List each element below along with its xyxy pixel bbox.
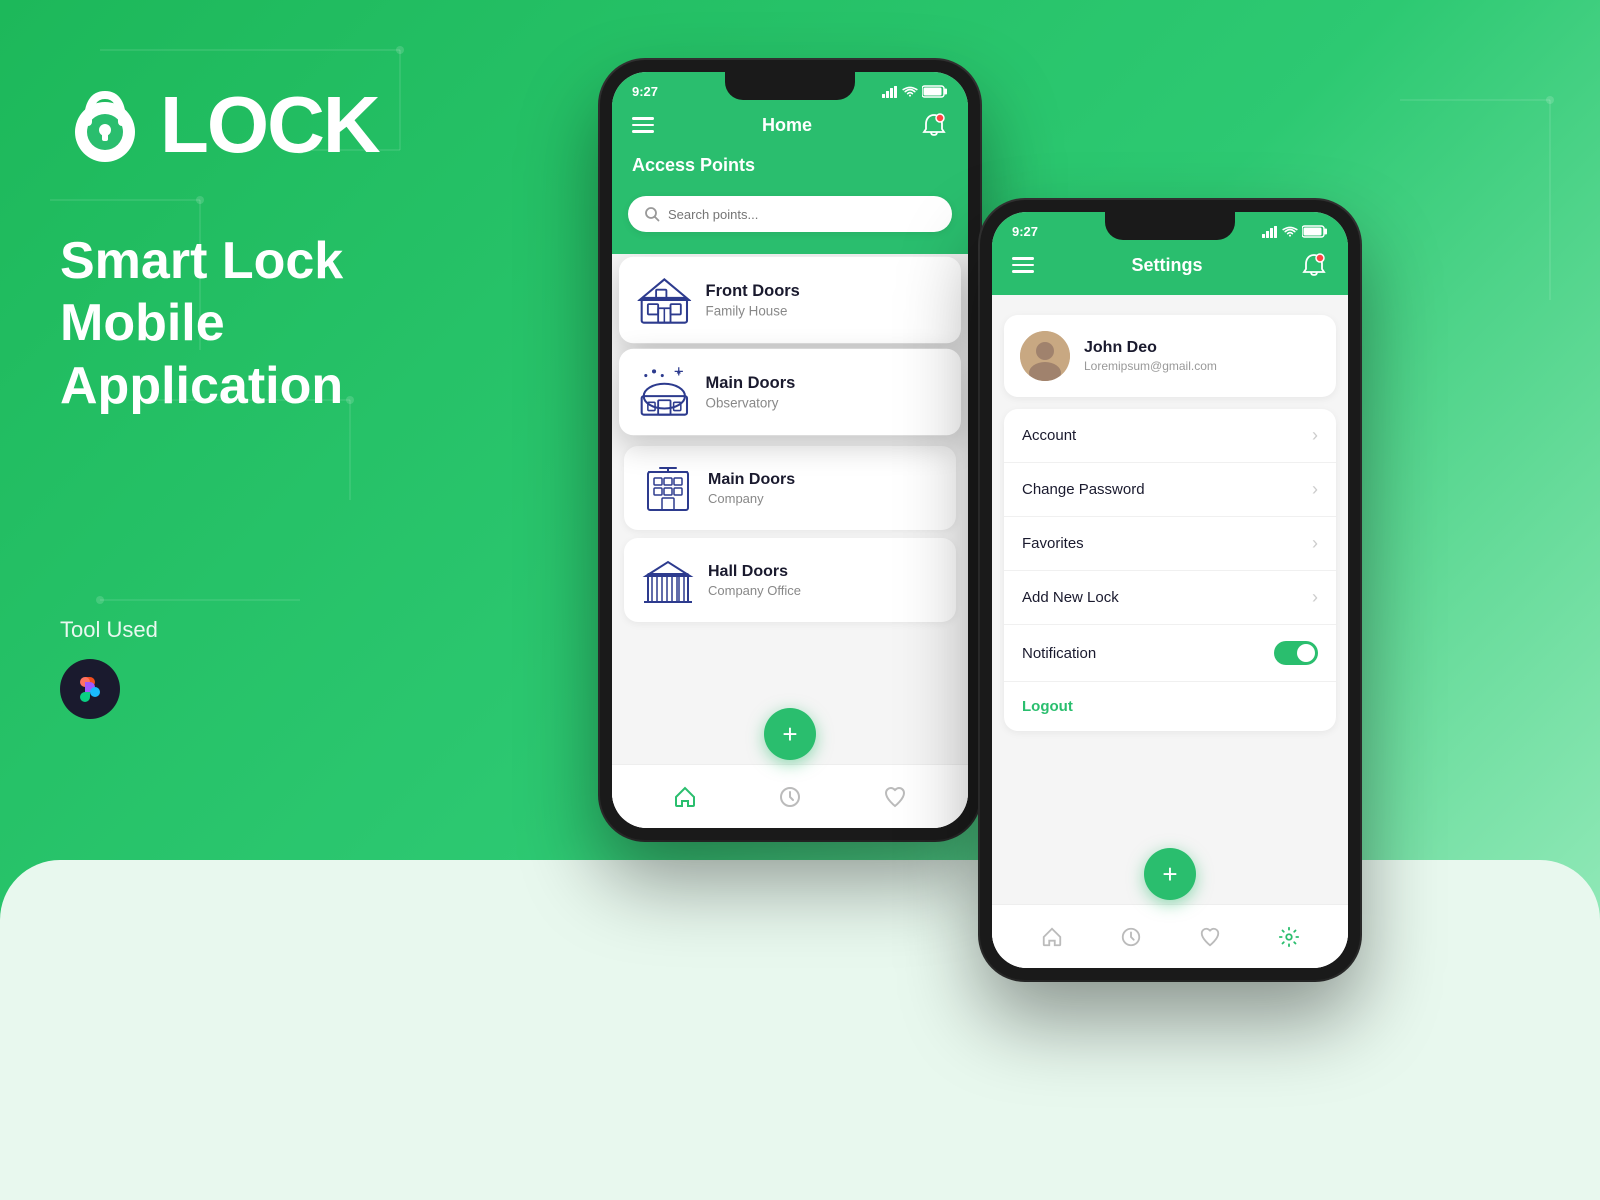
wifi-icon [902,86,918,98]
hamburger-settings-icon[interactable] [1012,253,1034,277]
change-password-label: Change Password [1022,481,1145,498]
logo-text: LOCK [160,85,379,165]
nav-favorites-settings-icon[interactable] [1195,922,1225,952]
status-icons-settings [1262,225,1328,238]
access-info-hall-doors: Hall Doors Company Office [708,563,940,598]
settings-title: Settings [1131,255,1202,276]
change-password-chevron: › [1312,479,1318,500]
tool-used-label: Tool Used [60,617,520,643]
settings-account[interactable]: Account › [1004,409,1336,463]
notification-toggle[interactable] [1274,641,1318,665]
settings-change-password[interactable]: Change Password › [1004,463,1336,517]
phone-home-screen: 9:27 [612,72,968,828]
hamburger-icon[interactable] [632,113,654,137]
favorites-chevron: › [1312,533,1318,554]
search-icon [644,206,660,222]
access-item-hall-doors[interactable]: Hall Doors Company Office [624,538,956,622]
building-company-icon [640,460,696,516]
bell-icon-home[interactable] [920,111,948,139]
phone-home-frame: 9:27 [600,60,980,840]
phone-settings-screen: 9:27 [992,212,1348,968]
account-label: Account [1022,427,1076,444]
fab-button-home[interactable]: + [764,708,816,760]
user-email: Loremipsum@gmail.com [1084,359,1217,373]
access-item-main-doors-company[interactable]: Main Doors Company [624,446,956,530]
settings-header: Settings [992,243,1348,295]
settings-logout[interactable]: Logout [1004,682,1336,731]
user-name: John Deo [1084,339,1217,357]
access-item-main-doors-observatory[interactable]: Main Doors Observatory [619,349,961,436]
bell-icon-settings[interactable] [1300,251,1328,279]
fab-plus-icon: + [782,721,797,747]
phone-home: 9:27 [600,60,980,840]
phone-home-notch [725,72,855,100]
access-points-title: Access Points [612,155,968,184]
nav-favorites-icon[interactable] [880,782,910,812]
home-title: Home [762,115,812,136]
bottom-nav-home [612,764,968,828]
fab-plus-settings-icon: + [1162,861,1177,887]
nav-settings-icon[interactable] [1274,922,1304,952]
battery-icon [922,85,948,98]
access-info-main-doors-company: Main Doors Company [708,471,940,506]
logout-label: Logout [1022,698,1073,715]
logo-container: LOCK [60,80,520,170]
figma-icon [60,659,120,719]
phone-settings-frame: 9:27 [980,200,1360,980]
phone-settings: 9:27 [980,200,1360,980]
notification-label: Notification [1022,645,1096,662]
nav-home-settings-icon[interactable] [1037,922,1067,952]
status-icons-home [882,85,948,98]
left-panel: LOCK Smart Lock Mobile Application Tool … [0,0,580,1200]
bottom-nav-settings [992,904,1348,968]
building-hall-icon [640,552,696,608]
nav-history-icon[interactable] [775,782,805,812]
status-time-settings: 9:27 [1012,224,1038,239]
add-new-lock-label: Add New Lock [1022,589,1119,606]
fab-button-settings[interactable]: + [1144,848,1196,900]
access-item-front-doors-family[interactable]: Front Doors Family House [619,257,961,344]
battery-icon-settings [1302,225,1328,238]
phones-container: 9:27 [500,0,1600,1200]
account-chevron: › [1312,425,1318,446]
nav-home-icon[interactable] [670,782,700,812]
search-input[interactable] [668,207,936,222]
settings-notification[interactable]: Notification [1004,625,1336,682]
phone-settings-notch [1105,212,1235,240]
building-observatory-icon [636,363,694,421]
settings-add-new-lock[interactable]: Add New Lock › [1004,571,1336,625]
user-avatar [1020,331,1070,381]
user-profile-card: John Deo Loremipsum@gmail.com [1004,315,1336,397]
home-header: Home [612,103,968,155]
signal-icon-settings [1262,226,1278,238]
building-house-icon [636,271,694,329]
signal-icon [882,86,898,98]
favorites-label: Favorites [1022,535,1084,552]
status-time-home: 9:27 [632,84,658,99]
user-info: John Deo Loremipsum@gmail.com [1084,339,1217,373]
settings-favorites[interactable]: Favorites › [1004,517,1336,571]
wifi-icon-settings [1282,226,1298,238]
add-lock-chevron: › [1312,587,1318,608]
settings-screen-content: 9:27 [992,212,1348,968]
lock-logo-icon [60,80,150,170]
access-info-front-doors-family: Front Doors Family House [706,282,945,318]
home-screen-content: 9:27 [612,72,968,828]
settings-list: Account › Change Password › Favorites › [1004,409,1336,731]
search-bar[interactable] [628,196,952,232]
app-title: Smart Lock Mobile Application [60,230,520,417]
nav-history-settings-icon[interactable] [1116,922,1146,952]
access-info-main-doors-observatory: Main Doors Observatory [706,374,945,410]
